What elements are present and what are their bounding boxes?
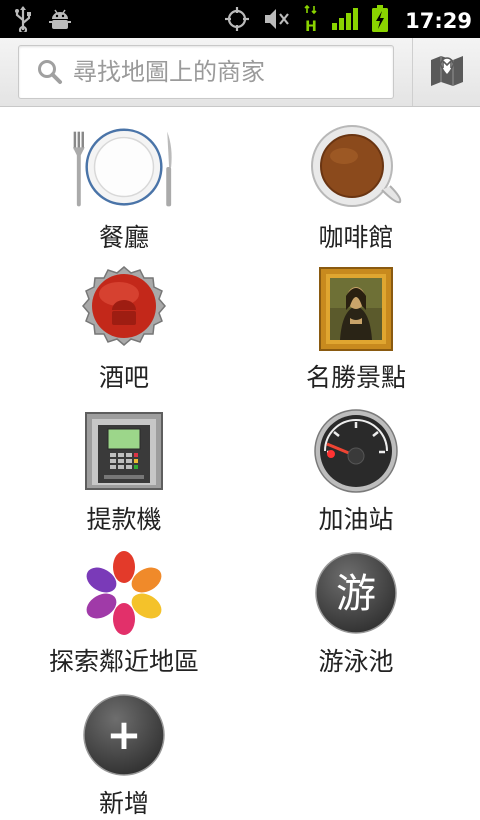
restaurant-icon [69, 122, 179, 216]
atm-icon [69, 404, 179, 498]
map-icon [429, 52, 465, 92]
data-h-icon: H [303, 4, 319, 38]
attractions-icon [301, 262, 411, 356]
place-label: 餐廳 [98, 223, 149, 252]
place-label: 新增 [98, 789, 149, 818]
search-header [0, 38, 480, 107]
add-icon: + [69, 688, 179, 782]
status-bar: H 17:29 [0, 0, 480, 38]
place-label: 咖啡館 [318, 223, 394, 252]
mute-icon [263, 6, 291, 36]
place-item-bar[interactable]: 酒吧 [4, 254, 244, 394]
place-item-add[interactable]: + 新增 [4, 680, 244, 820]
gps-icon [223, 5, 251, 37]
place-item-restaurant[interactable]: 餐廳 [4, 114, 244, 254]
clock: 17:29 [405, 9, 472, 33]
svg-text:游: 游 [336, 571, 376, 617]
place-label: 探索鄰近地區 [48, 647, 199, 676]
svg-text:+: + [106, 710, 141, 759]
place-label: 酒吧 [98, 363, 149, 392]
bar-icon [69, 262, 179, 356]
search-input[interactable] [71, 57, 375, 87]
search-box[interactable] [18, 45, 394, 99]
place-label: 提款機 [86, 505, 162, 534]
android-debug-icon [48, 7, 72, 35]
place-item-gas-station[interactable]: 加油站 [236, 396, 476, 536]
place-item-coffee[interactable]: 咖啡館 [236, 114, 476, 254]
place-item-pool[interactable]: 游 游泳池 [236, 538, 476, 678]
gas-station-icon [301, 404, 411, 498]
svg-text:H: H [305, 19, 317, 34]
explore-icon [69, 546, 179, 640]
signal-icon [331, 7, 359, 35]
coffee-icon [301, 122, 411, 216]
usb-icon [14, 6, 32, 36]
place-item-atm[interactable]: 提款機 [4, 396, 244, 536]
place-label: 名勝景點 [305, 363, 406, 392]
battery-charging-icon [371, 5, 389, 37]
place-item-explore[interactable]: 探索鄰近地區 [4, 538, 244, 678]
place-item-attractions[interactable]: 名勝景點 [236, 254, 476, 394]
place-label: 游泳池 [318, 647, 394, 676]
search-icon [37, 59, 63, 85]
pool-icon: 游 [301, 546, 411, 640]
place-label: 加油站 [318, 505, 394, 534]
map-view-button[interactable] [413, 38, 480, 106]
